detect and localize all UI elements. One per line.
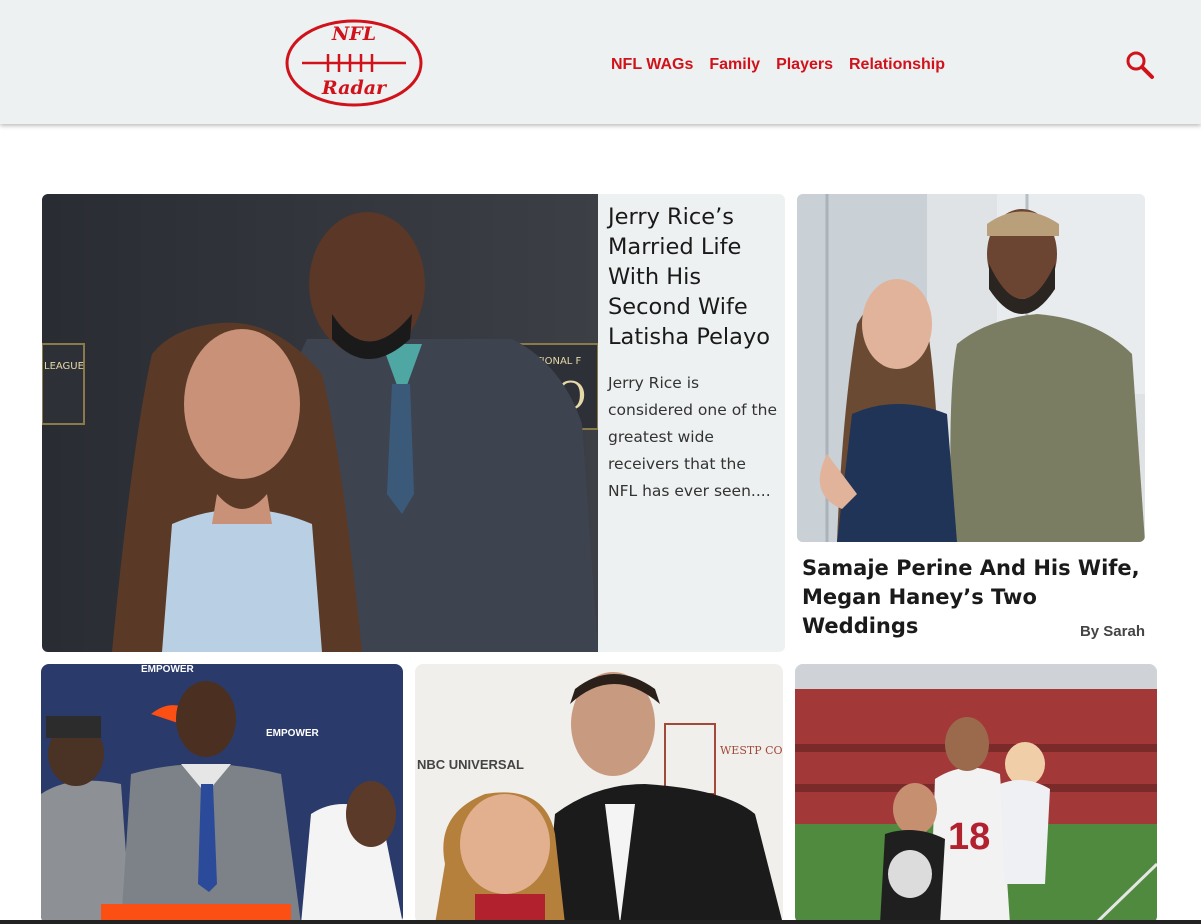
featured-article-title[interactable]: Jerry Rice’s Married Life With His Secon… xyxy=(608,202,778,352)
card-3-jersey-number: 18 xyxy=(948,816,990,858)
nav-nfl-wags[interactable]: NFL WAGs xyxy=(611,56,693,74)
card-2-sign-right: WESTP COUNT PLAYHO xyxy=(720,744,783,757)
card-2-sign-left: NBC UNIVERSAL xyxy=(417,757,524,772)
featured-article-card[interactable]: LEAGUE NATIONAL F HO Jerry Rice’s Marrie… xyxy=(42,194,785,652)
site-header: NFL Radar NFL WAGs Family Players Relati… xyxy=(0,0,1201,124)
nav-relationship[interactable]: Relationship xyxy=(849,56,945,74)
article-card-3-image[interactable]: 18 xyxy=(795,664,1157,924)
article-card-2[interactable]: NBC UNIVERSAL WESTP COUNT PLAYHO xyxy=(415,664,783,924)
card-1-sign-2: EMPOWER xyxy=(266,728,320,739)
nav-family[interactable]: Family xyxy=(709,56,760,74)
side-article-card[interactable]: Samaje Perine And His Wife, Megan Haney’… xyxy=(797,194,1145,644)
card-1-sign: EMPOWER xyxy=(141,664,195,675)
featured-article-excerpt: Jerry Rice is considered one of the grea… xyxy=(608,374,777,500)
bottom-scroll-edge xyxy=(0,920,1201,924)
logo-line-1: NFL xyxy=(331,23,377,45)
search-icon[interactable] xyxy=(1125,50,1155,80)
logo-line-2: Radar xyxy=(321,77,387,99)
featured-article-image[interactable]: LEAGUE NATIONAL F HO xyxy=(42,194,598,652)
nav-players[interactable]: Players xyxy=(776,56,833,74)
article-card-3[interactable]: 18 xyxy=(795,664,1157,924)
article-card-1-image[interactable]: EMPOWER EMPOWER xyxy=(41,664,403,924)
featured-article-body: Jerry Rice’s Married Life With His Secon… xyxy=(608,202,778,505)
article-card-1[interactable]: EMPOWER EMPOWER xyxy=(41,664,403,924)
main-nav: NFL WAGs Family Players Relationship xyxy=(611,56,945,74)
side-article-author[interactable]: By Sarah xyxy=(1080,623,1145,640)
article-card-2-image[interactable]: NBC UNIVERSAL WESTP COUNT PLAYHO xyxy=(415,664,783,924)
site-logo[interactable]: NFL Radar xyxy=(284,18,424,108)
side-article-image[interactable] xyxy=(797,194,1145,542)
photo-sign-left: LEAGUE xyxy=(44,361,84,372)
